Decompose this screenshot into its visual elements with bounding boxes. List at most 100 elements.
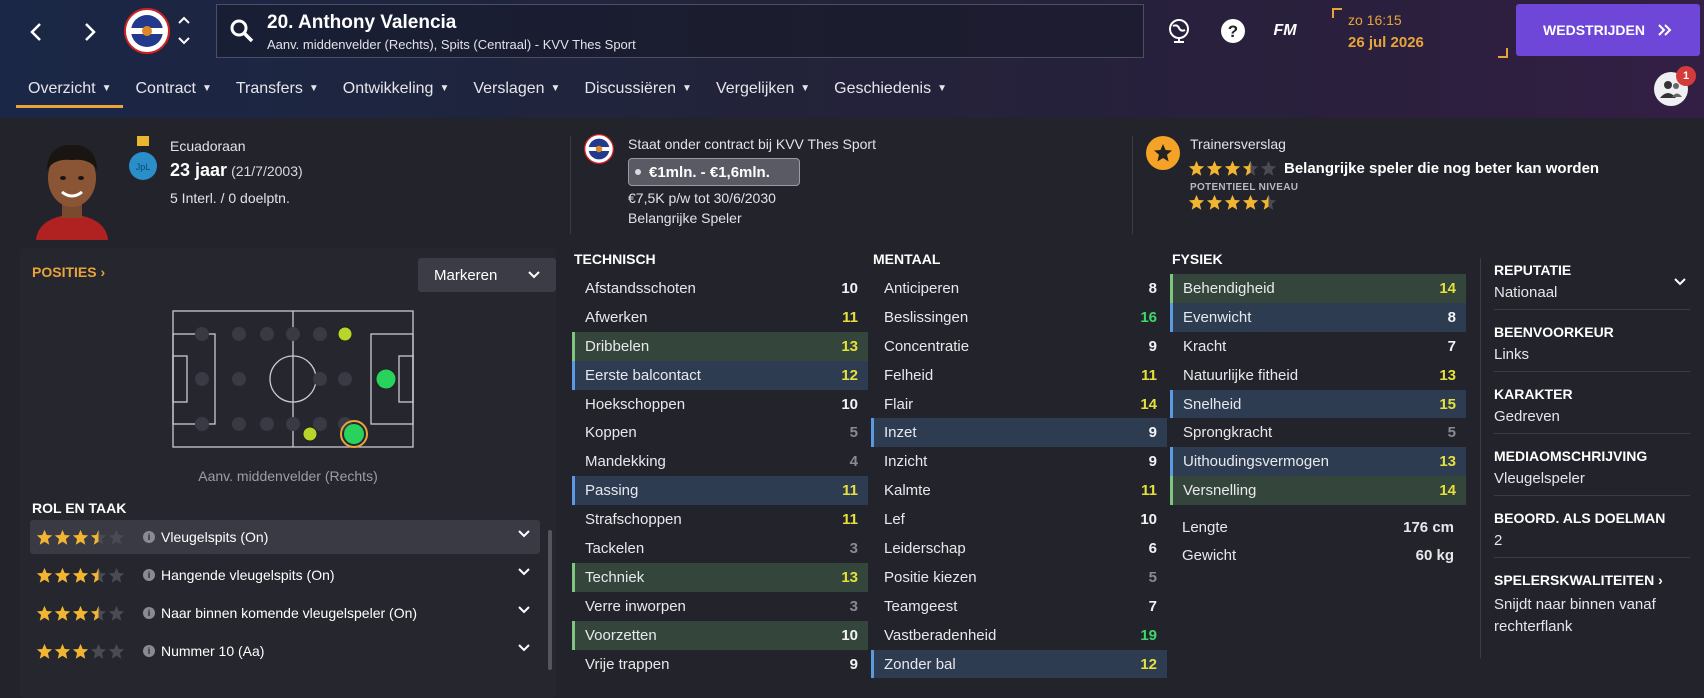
club-badge[interactable] <box>124 8 170 54</box>
tab-contract[interactable]: Contract ▼ <box>123 78 223 108</box>
contract-title[interactable]: Staat onder contract bij KVV Thes Sport <box>628 136 876 152</box>
positions-title[interactable]: POSITIES › <box>32 264 105 280</box>
player-title: 20. Anthony Valencia <box>267 12 457 33</box>
chevron-down-icon <box>518 606 530 614</box>
attribute-row[interactable]: Concentratie 9 <box>871 332 1167 361</box>
attribute-row[interactable]: Voorzetten 10 <box>572 620 868 650</box>
attribute-row[interactable]: Beslissingen 16 <box>871 303 1167 332</box>
attribute-row[interactable]: Afstandsschoten 10 <box>572 274 868 303</box>
attribute-row[interactable]: Vastberadenheid 19 <box>871 621 1167 650</box>
attribute-row[interactable]: Positie kiezen 5 <box>871 563 1167 592</box>
tab-verslagen[interactable]: Verslagen ▼ <box>461 78 572 108</box>
info-icon[interactable]: i <box>143 645 155 657</box>
attribute-row[interactable]: Uithoudingsvermogen 13 <box>1170 447 1466 477</box>
info-icon[interactable]: i <box>143 607 155 619</box>
attribute-row[interactable]: Afwerken 11 <box>572 303 868 332</box>
physical-column: FYSIEK Behendigheid 14 Evenwicht 8 Kracht 7 Na… <box>1170 248 1466 569</box>
attribute-value: 7 <box>1148 597 1157 615</box>
back-button[interactable] <box>16 12 56 52</box>
foot-title: BEENVOORKEUR <box>1494 324 1614 340</box>
attribute-row[interactable]: Dribbelen 13 <box>572 331 868 361</box>
attribute-name: Flair <box>884 395 914 413</box>
attribute-row[interactable]: Behendigheid 14 <box>1170 274 1466 303</box>
mark-label: Markeren <box>434 266 498 284</box>
tab-label: Geschiedenis <box>834 80 932 97</box>
attribute-row[interactable]: Lef 10 <box>871 505 1167 534</box>
attribute-row[interactable]: Hoekschoppen 10 <box>572 390 868 419</box>
attribute-value: 10 <box>841 395 858 413</box>
divider <box>1132 136 1133 234</box>
attribute-value: 15 <box>1439 395 1456 413</box>
tab-transfers[interactable]: Transfers ▼ <box>224 78 331 108</box>
role-row[interactable]: i Hangende vleugelspits (On) <box>30 558 540 592</box>
world-button[interactable] <box>1164 16 1194 46</box>
attribute-row[interactable]: Sprongkracht 5 <box>1170 418 1466 447</box>
role-row[interactable]: i Vleugelspits (On) <box>30 520 540 554</box>
goalkeeper-rating-section: BEOORD. ALS DOELMAN 2 <box>1494 510 1690 558</box>
info-icon[interactable]: i <box>143 531 155 543</box>
attribute-value: 9 <box>1148 453 1157 471</box>
club-switch[interactable] <box>176 14 192 53</box>
continue-button[interactable]: WEDSTRIJDEN <box>1516 4 1700 56</box>
attribute-row[interactable]: Verre inworpen 3 <box>572 592 868 621</box>
chevron-down-icon[interactable] <box>1674 278 1686 286</box>
attribute-row[interactable]: Techniek 13 <box>572 562 868 592</box>
attribute-row[interactable]: Evenwicht 8 <box>1170 302 1466 332</box>
attribute-row[interactable]: Versnelling 14 <box>1170 476 1466 506</box>
attribute-row[interactable]: Vrije trappen 9 <box>572 650 868 679</box>
tab-discussieren[interactable]: Discussiëren ▼ <box>572 78 704 108</box>
fm-menu-button[interactable]: FM <box>1270 16 1300 46</box>
current-date: 26 jul 2026 <box>1348 34 1424 51</box>
transfer-value-tag[interactable]: €1mln. - €1,6mln. <box>628 158 800 186</box>
attribute-row[interactable]: Tackelen 3 <box>572 534 868 563</box>
attribute-row[interactable]: Zonder bal 12 <box>871 649 1167 679</box>
attribute-row[interactable]: Strafschoppen 11 <box>572 505 868 534</box>
role-row[interactable]: i Nummer 10 (Aa) <box>30 634 540 668</box>
chevron-down-icon <box>518 530 530 538</box>
star-icon <box>54 567 71 583</box>
current-time: zo 16:15 <box>1348 12 1402 28</box>
info-icon[interactable]: i <box>143 569 155 581</box>
help-button[interactable]: ? <box>1218 16 1248 46</box>
attribute-row[interactable]: Leiderschap 6 <box>871 534 1167 563</box>
roles-scrollbar[interactable] <box>548 530 552 670</box>
star-icon <box>36 643 53 659</box>
media-title: MEDIAOMSCHRIJVING <box>1494 448 1648 464</box>
star-icon <box>108 567 125 583</box>
attribute-row[interactable]: Inzicht 9 <box>871 447 1167 476</box>
coach-report-icon[interactable] <box>1146 136 1180 170</box>
attribute-row[interactable]: Felheid 11 <box>871 361 1167 390</box>
mark-button[interactable]: Markeren <box>418 258 556 292</box>
attribute-row[interactable]: Koppen 5 <box>572 418 868 447</box>
star-icon <box>1242 194 1259 210</box>
attribute-value: 11 <box>842 482 858 500</box>
attribute-row[interactable]: Mandekking 4 <box>572 447 868 476</box>
club-badge-small[interactable] <box>584 134 614 164</box>
tab-geschiedenis[interactable]: Geschiedenis ▼ <box>822 78 959 108</box>
reputation-section[interactable]: REPUTATIE Nationaal <box>1494 262 1690 310</box>
forward-button[interactable] <box>70 12 110 52</box>
attribute-row[interactable]: Eerste balcontact 12 <box>572 360 868 390</box>
height-label: Lengte <box>1182 518 1228 536</box>
attribute-row[interactable]: Flair 14 <box>871 390 1167 419</box>
attribute-row[interactable]: Passing 11 <box>572 476 868 506</box>
player-search-box[interactable]: 20. Anthony Valencia Aanv. middenvelder … <box>216 4 1144 58</box>
attribute-row[interactable]: Kalmte 11 <box>871 476 1167 505</box>
date-box[interactable]: zo 16:15 26 jul 2026 <box>1332 8 1508 58</box>
tab-ontwikkeling[interactable]: Ontwikkeling ▼ <box>331 78 462 108</box>
attribute-row[interactable]: Snelheid 15 <box>1170 389 1466 419</box>
attribute-name: Beslissingen <box>884 308 969 326</box>
attribute-row[interactable]: Teamgeest 7 <box>871 592 1167 621</box>
attribute-row[interactable]: Anticiperen 8 <box>871 274 1167 303</box>
coach-report-title[interactable]: Trainersverslag <box>1190 136 1286 152</box>
tab-overzicht[interactable]: Overzicht ▼ <box>16 78 124 108</box>
tab-vergelijken[interactable]: Vergelijken ▼ <box>704 78 822 108</box>
attribute-row[interactable]: Inzet 9 <box>871 418 1167 448</box>
role-row[interactable]: i Naar binnen komende vleugelspeler (On) <box>30 596 540 630</box>
star-icon <box>108 643 125 659</box>
attribute-row[interactable]: Natuurlijke fitheid 13 <box>1170 361 1466 390</box>
attribute-row[interactable]: Kracht 7 <box>1170 332 1466 361</box>
chevron-updown-icon <box>178 16 190 45</box>
attribute-value: 13 <box>1439 366 1456 384</box>
traits-title[interactable]: SPELERSKWALITEITEN › <box>1494 572 1690 588</box>
